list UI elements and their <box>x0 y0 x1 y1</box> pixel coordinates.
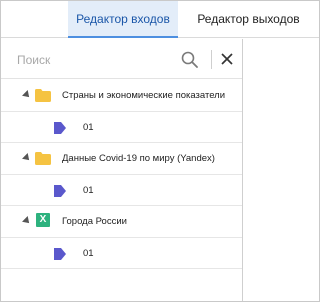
search-icon[interactable] <box>181 51 198 68</box>
source-label: Города России <box>62 216 127 227</box>
excel-icon: X <box>36 213 50 227</box>
close-icon[interactable] <box>220 52 234 66</box>
caret-expanded-icon[interactable] <box>22 216 32 226</box>
source-label: Страны и экономические показатели <box>62 90 226 101</box>
caret-expanded-icon[interactable] <box>22 90 32 100</box>
source-label: Данные Covid-19 по миру (Yandex) <box>62 153 215 164</box>
table-label: 01 <box>83 248 94 259</box>
table-tag-icon <box>54 248 66 260</box>
table-tag-icon <box>54 185 66 197</box>
tree-item-source[interactable]: X Города России <box>1 206 242 238</box>
tree-item-table[interactable]: 01 <box>1 112 242 143</box>
search-divider <box>211 50 212 69</box>
folder-icon <box>35 152 51 165</box>
tab-outputs-editor[interactable]: Редактор выходов <box>178 1 319 38</box>
sources-panel: Страны и экономические показатели 01 Дан… <box>1 39 243 301</box>
tab-inputs-editor[interactable]: Редактор входов <box>68 1 178 38</box>
table-label: 01 <box>83 122 94 133</box>
table-tag-icon <box>54 122 66 134</box>
tree-item-source[interactable]: Данные Covid-19 по миру (Yandex) <box>1 143 242 175</box>
tree-item-table[interactable]: 01 <box>1 238 242 269</box>
folder-icon <box>35 89 51 102</box>
tree-item-source[interactable]: Страны и экономические показатели <box>1 80 242 112</box>
sources-tree: Страны и экономические показатели 01 Дан… <box>1 80 242 269</box>
caret-expanded-icon[interactable] <box>22 153 32 163</box>
search-input[interactable] <box>17 50 167 70</box>
search-bar <box>1 39 242 79</box>
editor-tabs: Редактор входов Редактор выходов <box>1 1 319 38</box>
table-label: 01 <box>83 185 94 196</box>
inputs-editor-window: Редактор входов Редактор выходов Поиск С… <box>0 0 320 302</box>
tree-item-table[interactable]: 01 <box>1 175 242 206</box>
